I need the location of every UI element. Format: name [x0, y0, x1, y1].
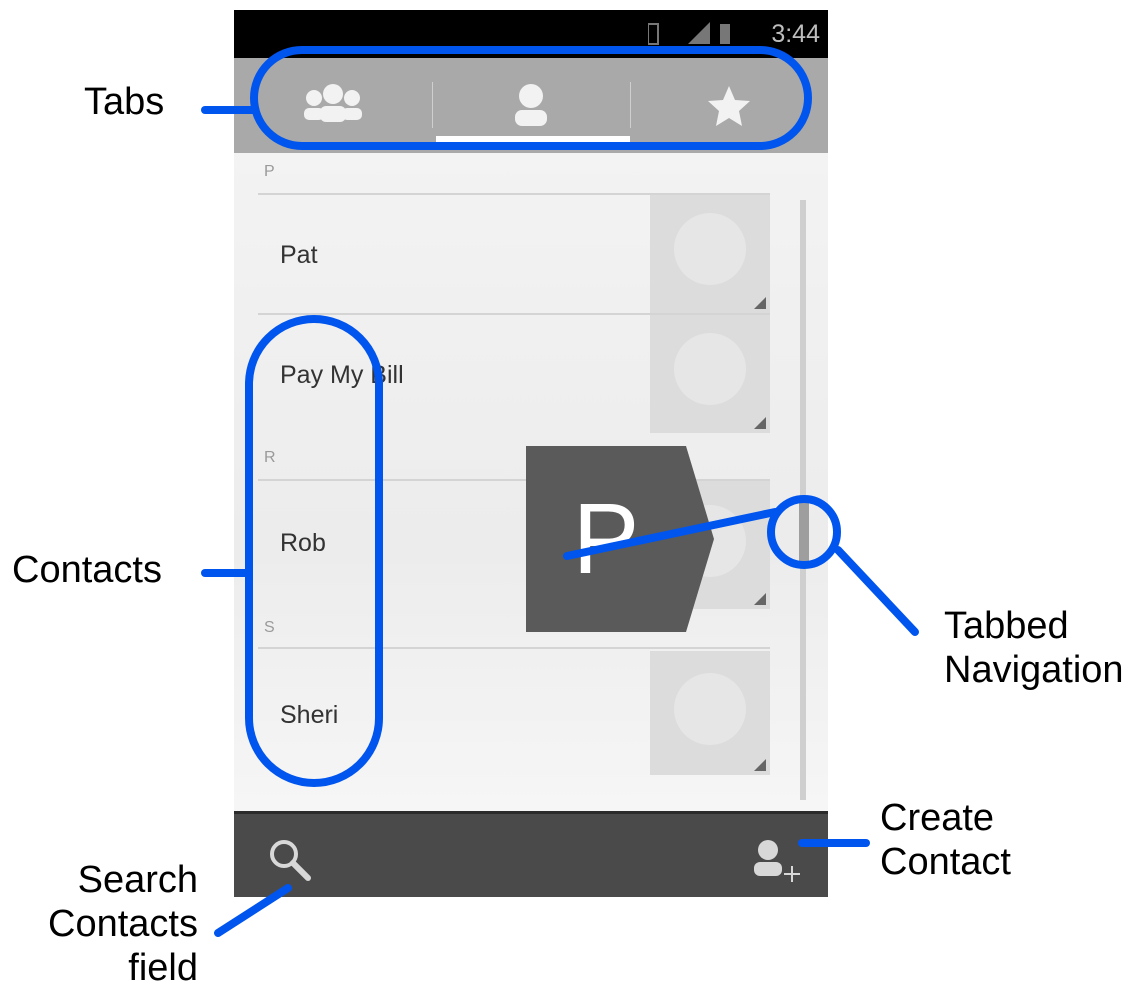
label-tabbed-navigation: Tabbed Navigation	[944, 604, 1124, 692]
scroll-highlight	[767, 495, 841, 569]
label-line: Search	[77, 859, 198, 901]
label-line: Create	[880, 797, 995, 839]
tabs-highlight	[250, 46, 812, 150]
label-line: Navigation	[944, 649, 1124, 691]
contacts-highlight	[245, 315, 383, 787]
scroll-leader-line	[563, 508, 779, 560]
search-leader-line	[214, 884, 292, 937]
label-line: field	[128, 947, 198, 989]
label-create-contact: Create Contact	[880, 796, 1011, 884]
tabbed-nav-leader-line	[834, 546, 919, 636]
label-line: Tabbed	[944, 605, 1069, 647]
label-contacts: Contacts	[12, 549, 162, 591]
label-tabs: Tabs	[84, 81, 165, 123]
label-line: Contacts	[48, 903, 198, 945]
label-search-contacts: Search Contacts field	[40, 858, 198, 990]
label-line: Contact	[880, 841, 1011, 883]
